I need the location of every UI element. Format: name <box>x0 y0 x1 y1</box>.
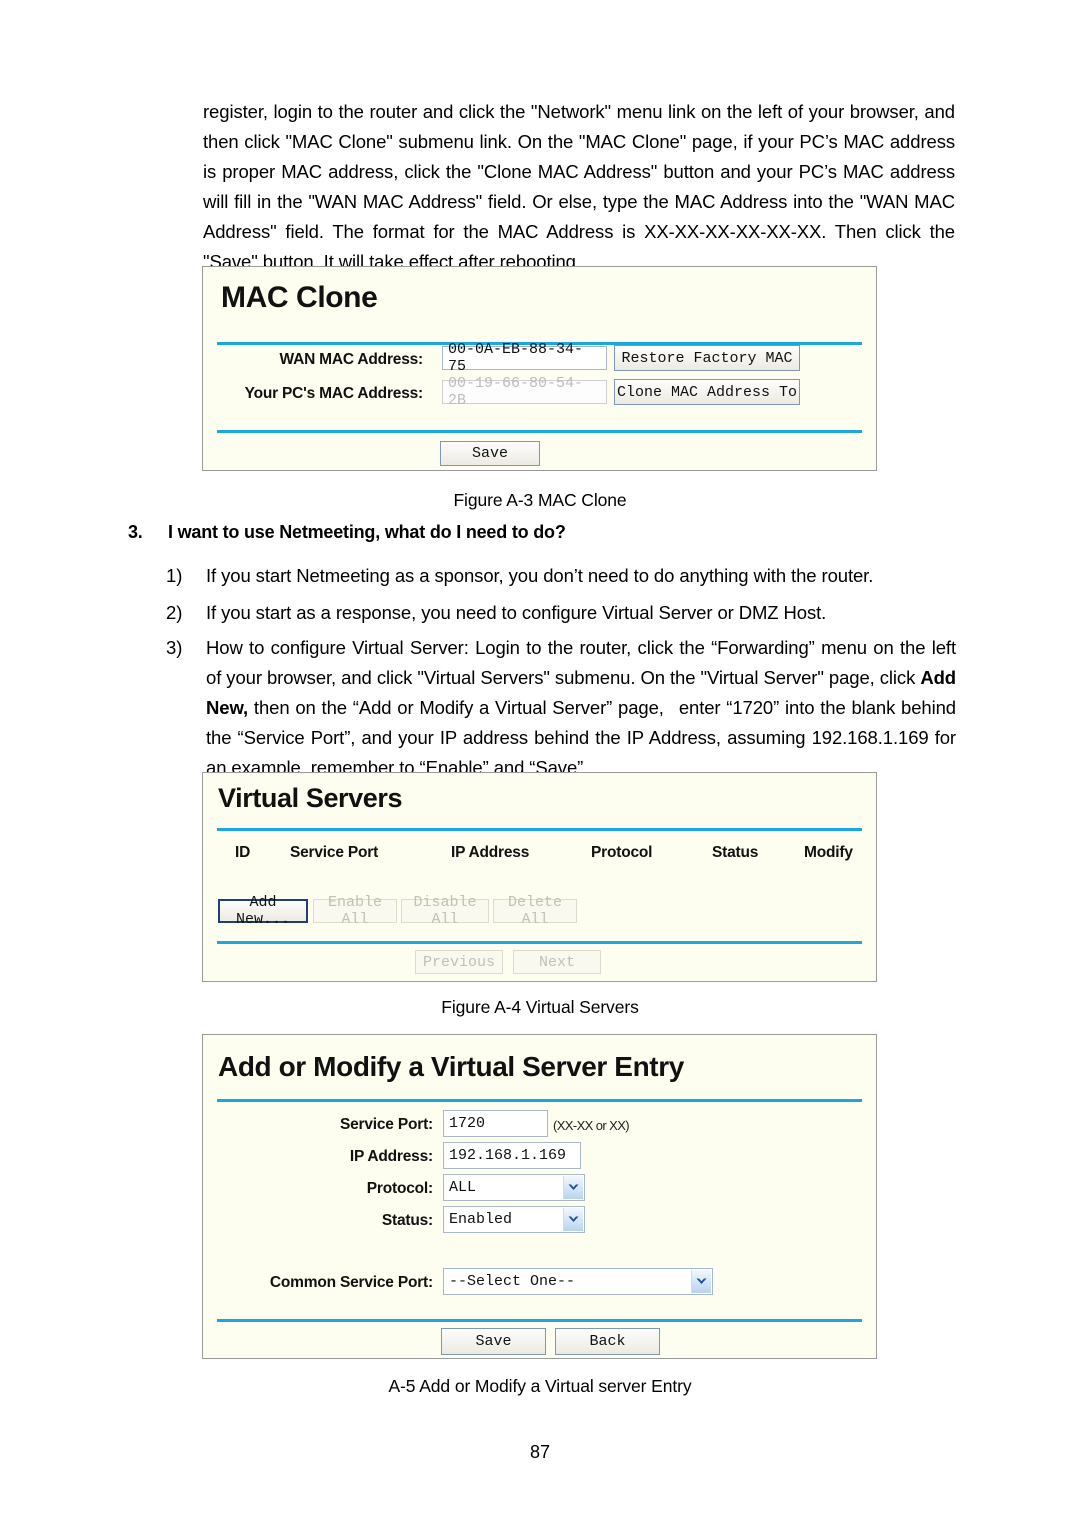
status-label: Status: <box>381 1212 433 1229</box>
ip-address-input[interactable]: 192.168.1.169 <box>443 1142 581 1169</box>
column-header-service-port: Service Port <box>290 844 379 861</box>
list-item-text: How to configure Virtual Server: Login t… <box>206 633 956 783</box>
add-modify-panel-title: Add or Modify a Virtual Server Entry <box>218 1051 684 1082</box>
common-service-port-select[interactable]: --Select One-- <box>443 1268 713 1295</box>
column-header-ip-address: IP Address <box>451 844 530 861</box>
restore-factory-mac-button[interactable]: Restore Factory MAC <box>614 345 800 371</box>
service-port-hint: (XX-XX or XX) <box>553 1118 630 1133</box>
list-item-text-part1: How to configure Virtual Server: Login t… <box>206 637 956 688</box>
chevron-down-icon[interactable] <box>563 1176 583 1199</box>
question-text: I want to use Netmeeting, what do I need… <box>168 522 566 542</box>
your-pc-mac-address-label: Your PC's MAC Address: <box>244 385 424 402</box>
status-select[interactable]: Enabled <box>443 1206 585 1233</box>
list-item: 2) If you start as a response, you need … <box>166 598 956 628</box>
disable-all-button: Disable All <box>401 894 489 928</box>
add-modify-back-button[interactable]: Back <box>555 1328 660 1355</box>
mac-clone-panel-title: MAC Clone <box>221 281 378 314</box>
chevron-down-icon[interactable] <box>563 1208 583 1231</box>
clone-mac-address-to-button[interactable]: Clone MAC Address To <box>614 379 800 405</box>
figure-a4-caption: Figure A-4 Virtual Servers <box>441 997 639 1017</box>
previous-button: Previous <box>415 950 503 974</box>
intro-paragraph: register, login to the router and click … <box>203 101 955 272</box>
next-button: Next <box>513 950 601 974</box>
add-modify-virtual-server-panel: Add or Modify a Virtual Server Entry Ser… <box>202 1034 877 1359</box>
your-pc-mac-address-field: 00-19-66-80-54-2B <box>442 375 607 409</box>
mac-clone-save-button[interactable]: Save <box>440 441 540 466</box>
chevron-down-icon[interactable] <box>691 1270 711 1293</box>
column-header-modify: Modify <box>804 844 853 861</box>
delete-all-button: Delete All <box>493 894 577 928</box>
column-header-id: ID <box>235 844 251 861</box>
page-number: 87 <box>529 1442 551 1462</box>
list-item-marker: 1) <box>166 565 183 586</box>
panel-divider-bottom <box>217 1319 862 1322</box>
question-number: 3. <box>128 522 143 542</box>
question-heading: 3. I want to use Netmeeting, what do I ne… <box>128 522 958 543</box>
list-item-marker: 3) <box>166 637 183 658</box>
protocol-select[interactable]: ALL <box>443 1174 585 1201</box>
add-modify-save-button[interactable]: Save <box>441 1328 546 1355</box>
panel-divider-bottom <box>217 941 862 944</box>
service-port-label: Service Port: <box>339 1116 433 1133</box>
list-item-text: If you start as a response, you need to … <box>206 602 827 623</box>
wan-mac-address-label: WAN MAC Address: <box>279 351 424 368</box>
mac-clone-panel: MAC Clone WAN MAC Address: 00-0A-EB-88-3… <box>202 266 877 471</box>
common-service-port-label: Common Service Port: <box>269 1274 433 1291</box>
panel-divider-top <box>217 1099 862 1102</box>
list-item: 1) If you start Netmeeting as a sponsor,… <box>166 561 956 591</box>
list-item: 3) How to configure Virtual Server: Logi… <box>166 633 956 783</box>
service-port-input[interactable]: 1720 <box>443 1110 548 1137</box>
protocol-label: Protocol: <box>366 1180 433 1197</box>
list-item-text: If you start Netmeeting as a sponsor, yo… <box>206 565 874 586</box>
enable-all-button: Enable All <box>313 894 397 928</box>
column-header-protocol: Protocol <box>591 844 653 861</box>
status-select-value: Enabled <box>449 1211 513 1228</box>
ip-address-label: IP Address: <box>349 1148 433 1165</box>
add-new-button[interactable]: Add New... <box>218 894 308 928</box>
common-service-port-select-value: --Select One-- <box>449 1273 576 1290</box>
document-page: register, login to the router and click … <box>0 0 1080 1527</box>
figure-a3-caption: Figure A-3 MAC Clone <box>453 490 627 510</box>
virtual-servers-panel: Virtual Servers ID Service Port IP Addre… <box>202 772 877 982</box>
virtual-servers-panel-title: Virtual Servers <box>218 783 403 813</box>
figure-a5-caption: A-5 Add or Modify a Virtual server Entry <box>388 1376 692 1396</box>
panel-divider-bottom <box>217 430 862 433</box>
protocol-select-value: ALL <box>449 1179 477 1196</box>
list-item-marker: 2) <box>166 602 183 623</box>
wan-mac-address-field[interactable]: 00-0A-EB-88-34-75 <box>442 341 607 375</box>
column-header-status: Status <box>712 844 759 861</box>
list-item-text-part2: then on the “Add or Modify a Virtual Ser… <box>206 697 956 778</box>
panel-divider-top <box>217 828 862 831</box>
